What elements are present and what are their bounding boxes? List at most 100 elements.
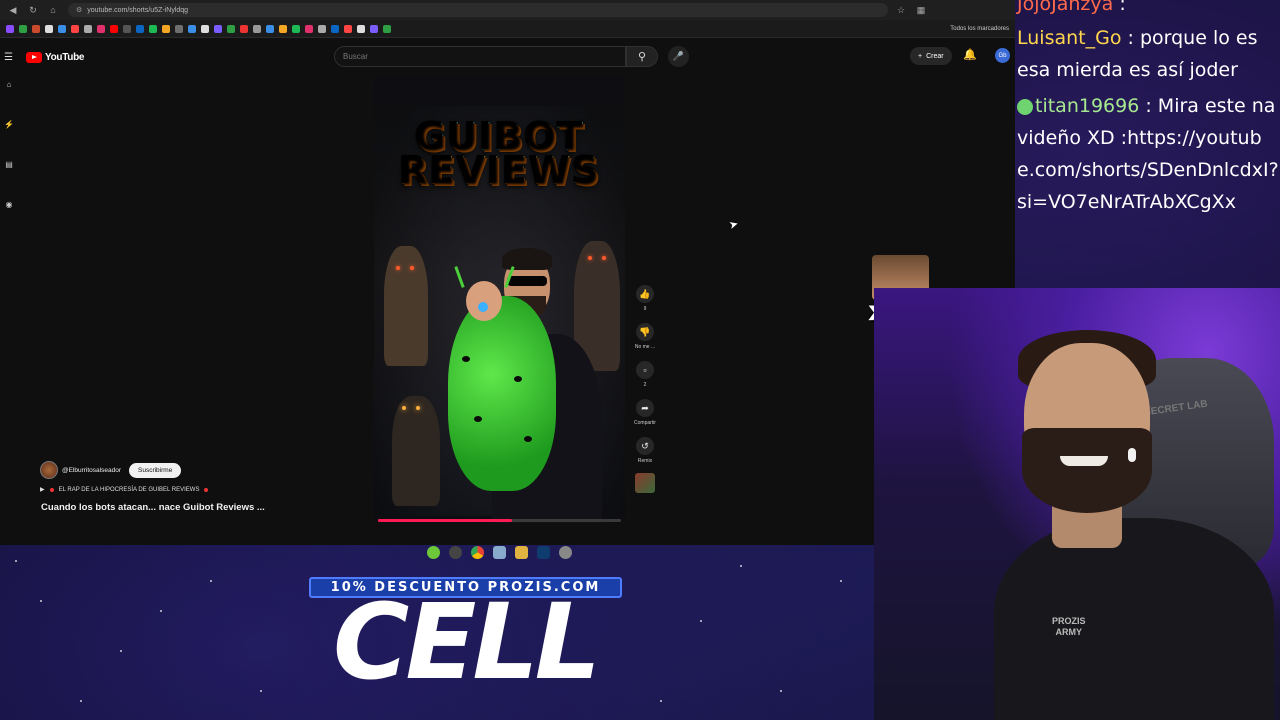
bookmark-icon[interactable] — [110, 24, 118, 33]
song-row[interactable]: ▶ EL RAP DE LA HIPOCRESÍA DE GUIBEL REVI… — [40, 486, 209, 493]
remix-label: Remix — [637, 458, 653, 464]
app-icon[interactable] — [559, 545, 572, 559]
bookmark-icon[interactable] — [383, 24, 391, 33]
app-icon[interactable] — [493, 545, 506, 559]
bookmark-icon[interactable] — [201, 24, 209, 33]
sponsor-code: CELL — [333, 581, 601, 703]
youtube-logo[interactable]: YouTube — [26, 51, 85, 63]
app-icon[interactable] — [427, 545, 440, 559]
share-label: Compartir — [634, 420, 656, 426]
search-icon: ⚲ — [637, 51, 647, 63]
bookmark-icon[interactable] — [136, 24, 144, 33]
create-button[interactable]: + Crear — [910, 47, 952, 65]
bookmark-icon[interactable] — [292, 24, 300, 33]
bookmarks-bar: Todos los marcadores — [0, 20, 1015, 38]
shirt-brand-line1: PROZIS — [1052, 616, 1086, 626]
taskbar-dock — [374, 541, 625, 563]
sidebar-item-shorts[interactable]: ⚡ — [0, 120, 18, 160]
webcam-feed: SECRET LAB PROZIS ARMY — [874, 288, 1280, 720]
account-avatar[interactable]: Gb — [995, 48, 1010, 63]
video-progress-bar[interactable] — [378, 519, 621, 522]
subscribe-button[interactable]: Suscribirme — [129, 462, 182, 478]
sidebar-item-home[interactable]: ⌂ — [0, 80, 18, 120]
like-button[interactable]: 👍 — [636, 285, 654, 303]
url-field[interactable]: ⚙ youtube.com/shorts/u5Z-iNyldqg — [68, 3, 888, 17]
voice-search-button[interactable]: 🎤 — [668, 46, 689, 67]
sidebar-item-subscriptions[interactable]: ▤ — [0, 160, 18, 200]
chrome-icon[interactable] — [471, 545, 484, 559]
search-input[interactable]: Buscar — [334, 46, 626, 67]
bookmark-icon[interactable] — [227, 24, 235, 33]
photoshop-icon[interactable] — [537, 545, 550, 559]
mini-sidebar: ⌂ ⚡ ▤ ◉ — [0, 80, 18, 240]
bookmark-icon[interactable] — [175, 24, 183, 33]
shirt-logo: PROZIS ARMY — [1052, 616, 1086, 638]
bookmark-icon[interactable] — [240, 24, 248, 33]
share-action: ➦ Compartir — [630, 399, 660, 426]
like-action: 👍 9 — [630, 285, 660, 312]
bookmark-icon[interactable] — [331, 24, 339, 33]
extensions-icon[interactable]: ▦ — [914, 3, 928, 17]
home-icon[interactable]: ⌂ — [46, 3, 60, 17]
remix-button[interactable]: ↺ — [636, 437, 654, 455]
stream-layout: { "browser": { "url": "youtube.com/short… — [0, 0, 1280, 720]
youtube-header: ☰ YouTube Buscar ⚲ 🎤 + Crear 🔔 Gb — [0, 40, 1015, 74]
menu-icon[interactable]: ☰ — [4, 52, 16, 63]
audio-source-thumbnail[interactable] — [635, 473, 655, 493]
play-icon: ▶ — [40, 487, 45, 493]
comment-action: ▫ 2 — [630, 361, 660, 388]
bookmark-icon[interactable] — [19, 24, 27, 33]
site-info-icon[interactable]: ⚙ — [76, 6, 82, 14]
chat-username: Luisant_Go — [1017, 27, 1122, 49]
alien-costume — [448, 296, 556, 491]
remix-action: ↺ Remix — [630, 437, 660, 464]
channel-handle[interactable]: @Elburritosalseador — [62, 467, 121, 474]
bookmark-icon[interactable] — [162, 24, 170, 33]
plus-icon: + — [918, 52, 923, 60]
bookmark-icon[interactable] — [253, 24, 261, 33]
reload-icon[interactable]: ↻ — [26, 3, 40, 17]
audio-source — [630, 473, 660, 493]
bookmark-icon[interactable] — [357, 24, 365, 33]
share-button[interactable]: ➦ — [636, 399, 654, 417]
you-icon: ◉ — [5, 200, 13, 209]
thumbs-up-icon: 👍 — [639, 288, 651, 299]
bookmark-icon[interactable] — [370, 24, 378, 33]
bookmark-icon[interactable] — [279, 24, 287, 33]
bookmark-icon[interactable] — [123, 24, 131, 33]
all-bookmarks-folder[interactable]: Todos los marcadores — [950, 26, 1009, 32]
notifications-bell-icon[interactable]: 🔔 — [963, 48, 977, 61]
bookmark-icon[interactable] — [318, 24, 326, 33]
earbud — [1128, 448, 1136, 462]
bookmark-icon[interactable] — [58, 24, 66, 33]
comments-button[interactable]: ▫ — [636, 361, 654, 379]
bookmark-icon[interactable] — [71, 24, 79, 33]
bookmark-icon[interactable] — [32, 24, 40, 33]
stream-chat: JojoJanzya : Luisant_Go : porque lo es e… — [1015, 0, 1280, 290]
bookmark-icon[interactable] — [45, 24, 53, 33]
back-icon[interactable]: ◀ — [6, 3, 20, 17]
app-icon[interactable] — [449, 545, 462, 559]
bookmark-star-icon[interactable]: ☆ — [894, 3, 908, 17]
bookmark-icon[interactable] — [6, 24, 14, 33]
bookmark-icon[interactable] — [188, 24, 196, 33]
bookmark-icon[interactable] — [344, 24, 352, 33]
robot-figure — [384, 246, 428, 366]
channel-avatar[interactable] — [40, 461, 58, 479]
bookmark-icon[interactable] — [149, 24, 157, 33]
shirt-brand-line2: ARMY — [1055, 627, 1083, 637]
short-video-player[interactable]: GUIBOT REVIEWS — [374, 76, 625, 523]
sidebar-item-you[interactable]: ◉ — [0, 200, 18, 240]
bookmark-icon[interactable] — [84, 24, 92, 33]
bookmark-icon[interactable] — [214, 24, 222, 33]
home-icon: ⌂ — [6, 80, 12, 89]
search-button[interactable]: ⚲ — [626, 46, 658, 67]
video-title[interactable]: Cuando los bots atacan... nace Guibot Re… — [41, 502, 265, 513]
url-text: youtube.com/shorts/u5Z-iNyldqg — [87, 6, 189, 14]
video-title-art: GUIBOT REVIEWS — [374, 118, 625, 190]
bookmark-icon[interactable] — [266, 24, 274, 33]
dislike-button[interactable]: 👎 — [636, 323, 654, 341]
bookmark-icon[interactable] — [305, 24, 313, 33]
folder-icon[interactable] — [515, 545, 528, 559]
bookmark-icon[interactable] — [97, 24, 105, 33]
